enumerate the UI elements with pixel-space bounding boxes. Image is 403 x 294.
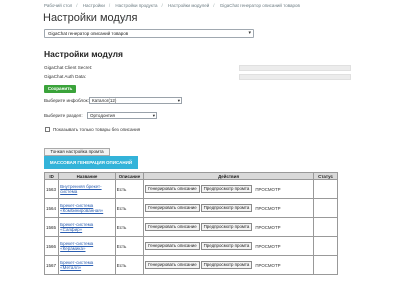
- table-row: 1567 Брекет-система «Металл» Есть Генери…: [43, 255, 338, 275]
- breadcrumb-item[interactable]: Настройки продукта: [115, 3, 157, 8]
- row-id: 1565: [43, 217, 60, 237]
- row-status: [313, 179, 338, 199]
- table-row: 1566 Брекет-система «Керамика» Есть Гене…: [43, 236, 338, 256]
- product-link[interactable]: Брекет-система «Керамика»: [60, 241, 93, 251]
- row-id: 1564: [43, 198, 60, 218]
- table-row: 1565 Брекет-система «Сапфир» Есть Генери…: [43, 217, 338, 237]
- chevron-down-icon: ▾: [177, 98, 180, 103]
- iblock-select[interactable]: Каталог(12) ▾: [89, 97, 182, 104]
- row-description: Есть: [114, 255, 145, 275]
- module-select[interactable]: GigaChat генератор описаний товаров ▾: [44, 29, 254, 38]
- breadcrumb-item[interactable]: Настройки: [83, 3, 105, 8]
- breadcrumb-item[interactable]: Рабочий стол: [44, 3, 72, 8]
- section-select[interactable]: Ортодонтия ▾: [87, 112, 157, 119]
- section-title: Настройки модуля: [44, 49, 123, 59]
- save-button[interactable]: Сохранить: [44, 85, 76, 93]
- row-description: Есть: [114, 217, 145, 237]
- column-header-status: Статус: [313, 172, 338, 180]
- auth-data-label: GigaChat Auth Data:: [44, 74, 87, 79]
- row-description: Есть: [114, 198, 145, 218]
- iblock-label: Выберите инфоблок:: [44, 98, 89, 103]
- client-secret-field[interactable]: [239, 65, 351, 71]
- row-status: [313, 236, 338, 256]
- preview-prompt-button[interactable]: Предпросмотр промта: [200, 261, 253, 269]
- view-link[interactable]: ПРОСМОТР: [255, 225, 280, 230]
- breadcrumb: Рабочий стол / Настройки / Настройки проду…: [44, 3, 300, 8]
- column-header-description: Описание: [114, 172, 145, 180]
- generate-description-button[interactable]: Генерировать описание: [145, 242, 200, 250]
- generate-description-button[interactable]: Генерировать описание: [145, 185, 200, 193]
- view-link[interactable]: ПРОСМОТР: [255, 263, 280, 268]
- breadcrumb-item[interactable]: Настройки модулей: [168, 3, 209, 8]
- row-description: Есть: [114, 236, 145, 256]
- table-row: 1563 Внутренняя брекет-система Есть Гене…: [43, 179, 338, 199]
- row-status: [313, 255, 338, 275]
- generate-description-button[interactable]: Генерировать описание: [145, 223, 200, 231]
- client-secret-label: GigaChat Client Secret:: [44, 65, 93, 70]
- row-status: [313, 198, 338, 218]
- auth-data-field[interactable]: [239, 74, 351, 80]
- row-id: 1566: [43, 236, 60, 256]
- row-id: 1563: [43, 179, 60, 199]
- view-link[interactable]: ПРОСМОТР: [255, 206, 280, 211]
- preview-prompt-button[interactable]: Предпросмотр промта: [200, 185, 253, 193]
- row-status: [313, 217, 338, 237]
- chevron-down-icon: ▾: [152, 113, 155, 118]
- generate-description-button[interactable]: Генерировать описание: [145, 204, 200, 212]
- iblock-select-value: Каталог(12): [92, 98, 117, 103]
- generate-description-button[interactable]: Генерировать описание: [145, 261, 200, 269]
- column-header-name: Название: [58, 172, 116, 180]
- mass-generate-button[interactable]: МАССОВАЯ ГЕНЕРАЦИЯ ОПИСАНИЙ: [44, 156, 138, 169]
- preview-prompt-button[interactable]: Предпросмотр промта: [200, 204, 253, 212]
- breadcrumb-item[interactable]: GigaChat генератор описаний товаров: [220, 3, 300, 8]
- product-link[interactable]: Брекет-система «Комбинированная»: [60, 203, 103, 213]
- column-header-actions: Действия: [143, 172, 315, 180]
- module-select-value: GigaChat генератор описаний товаров: [48, 31, 129, 36]
- preview-prompt-button[interactable]: Предпросмотр промта: [200, 242, 253, 250]
- row-description: Есть: [114, 179, 145, 199]
- table-row: 1564 Брекет-система «Комбинированная» Ес…: [43, 198, 338, 218]
- view-link[interactable]: ПРОСМОТР: [255, 187, 280, 192]
- products-table: ID Название Описание Действия Статус 156…: [43, 172, 338, 275]
- product-link[interactable]: Внутренняя брекет-система: [60, 184, 101, 194]
- only-no-description-checkbox[interactable]: [45, 127, 50, 132]
- prompt-settings-button[interactable]: Тонкая настройка промта: [44, 148, 110, 156]
- product-link[interactable]: Брекет-система «Металл»: [60, 260, 93, 270]
- product-link[interactable]: Брекет-система «Сапфир»: [60, 222, 93, 232]
- only-no-description-label: Показывать только товары без описания: [53, 127, 141, 132]
- preview-prompt-button[interactable]: Предпросмотр промта: [200, 223, 253, 231]
- section-select-value: Ортодонтия: [90, 113, 115, 118]
- column-header-id: ID: [43, 172, 60, 180]
- star-icon[interactable]: ☆: [121, 13, 129, 24]
- section-label: Выберите раздел:: [44, 113, 83, 118]
- view-link[interactable]: ПРОСМОТР: [255, 244, 280, 249]
- table-header-row: ID Название Описание Действия Статус: [43, 172, 338, 180]
- row-id: 1567: [43, 255, 60, 275]
- chevron-down-icon: ▾: [248, 30, 251, 36]
